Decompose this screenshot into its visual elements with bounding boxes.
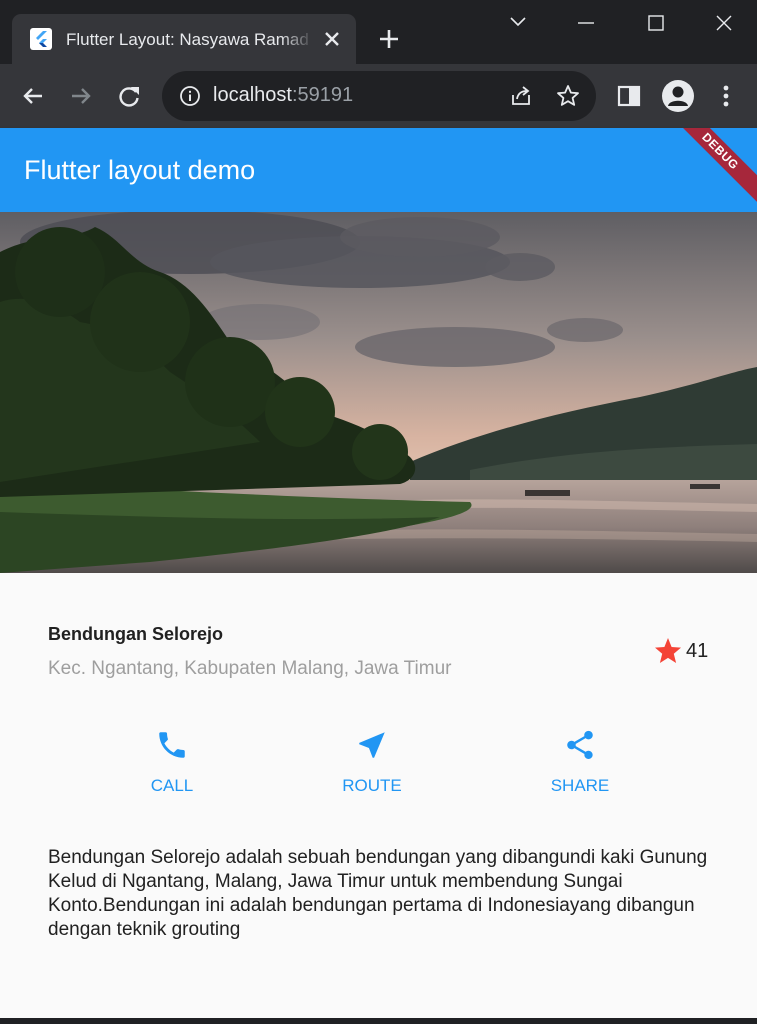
forward-icon[interactable] xyxy=(66,81,96,111)
back-icon[interactable] xyxy=(18,81,48,111)
maximize-icon[interactable] xyxy=(638,8,674,38)
app-bar: Flutter layout demo DEBUG xyxy=(0,128,757,212)
more-menu-icon[interactable] xyxy=(711,81,741,111)
browser-tab[interactable]: Flutter Layout: Nasyawa Ramadhani xyxy=(12,14,356,64)
tab-title: Flutter Layout: Nasyawa Ramadhani xyxy=(66,30,310,49)
site-info-icon[interactable] xyxy=(178,84,202,108)
route-label: ROUTE xyxy=(342,776,402,795)
title-section: Bendungan Selorejo Kec. Ngantang, Kabupa… xyxy=(48,620,712,690)
call-label: CALL xyxy=(150,776,194,795)
route-button[interactable]: ROUTE xyxy=(312,728,432,804)
call-button[interactable]: CALL xyxy=(112,728,232,804)
bookmark-star-icon[interactable] xyxy=(555,83,581,109)
browser-toolbar: localhost:59191 xyxy=(0,64,757,128)
star-icon xyxy=(653,636,683,666)
address-bar[interactable]: localhost:59191 xyxy=(162,71,596,121)
lake-photo xyxy=(0,212,757,573)
url-port: :59191 xyxy=(291,84,354,106)
app-bar-title: Flutter layout demo xyxy=(24,155,256,185)
taskbar-edge xyxy=(0,1018,757,1024)
side-panel-icon[interactable] xyxy=(614,81,644,111)
profile-avatar-icon[interactable] xyxy=(662,80,694,112)
flutter-favicon-icon xyxy=(30,28,52,50)
description-text: Bendungan Selorejo adalah sebuah bendung… xyxy=(48,847,708,940)
near-me-icon xyxy=(355,728,389,762)
share-label: SHARE xyxy=(550,776,610,795)
share-page-icon[interactable] xyxy=(508,83,534,109)
place-location: Kec. Ngantang, Kabupaten Malang, Jawa Ti… xyxy=(48,658,452,679)
close-window-icon[interactable] xyxy=(706,8,742,38)
tab-search-icon[interactable] xyxy=(500,8,536,38)
tab-title-fade xyxy=(280,24,314,54)
close-tab-icon[interactable] xyxy=(318,25,346,53)
browser-tab-strip: Flutter Layout: Nasyawa Ramadhani xyxy=(0,0,757,64)
share-button[interactable]: SHARE xyxy=(520,728,640,804)
reload-icon[interactable] xyxy=(114,81,144,111)
url-text[interactable]: localhost:59191 xyxy=(213,84,353,107)
url-host: localhost xyxy=(213,84,292,106)
rating-count: 41 xyxy=(686,640,709,662)
place-name: Bendungan Selorejo xyxy=(48,624,224,644)
minimize-icon[interactable] xyxy=(568,8,604,38)
new-tab-icon[interactable] xyxy=(374,24,404,54)
share-icon xyxy=(563,728,597,762)
debug-banner: DEBUG xyxy=(660,128,757,212)
phone-icon xyxy=(155,728,189,762)
